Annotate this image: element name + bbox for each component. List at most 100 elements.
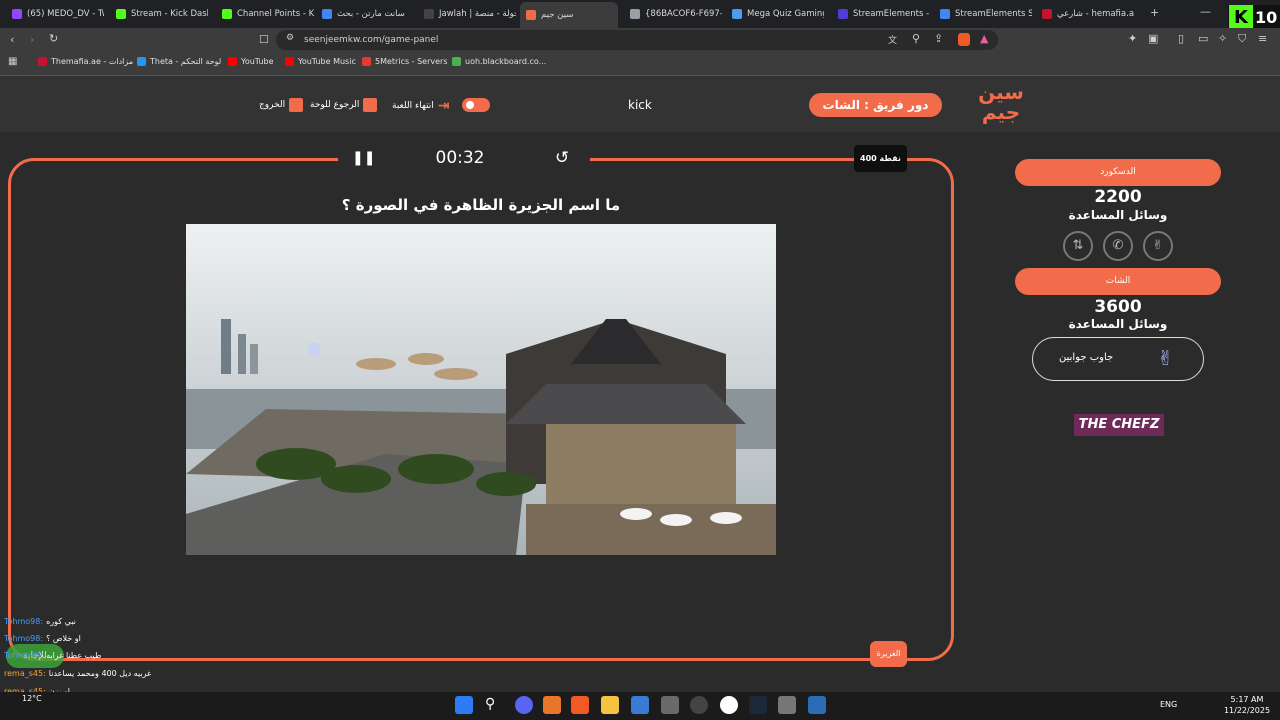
wallet-icon[interactable]: ▭ [1198,32,1208,45]
taskbar-tool-icon[interactable] [661,696,679,714]
bookmark-icon[interactable]: ☐ [259,33,269,46]
bookmark-item[interactable]: YouTube [228,57,274,66]
bookmark-label: YouTube Music [298,57,356,66]
new-tab-icon[interactable]: + [1150,6,1159,19]
chat-message: Tohmo98: نبي كوره [4,617,76,626]
brave-rewards-icon[interactable]: ▲ [980,32,988,45]
menu-icon[interactable]: ≡ [1258,32,1267,45]
browser-tab[interactable]: Stream - Kick Dashb [110,4,208,24]
chat-text: غربيه ديل 400 ومحمد يساعدنا [48,669,152,678]
tab-label: StreamElements - C [853,9,930,19]
screenshot-icon[interactable]: ▣ [1148,32,1158,45]
chat-message: Tohmo98: طيب عطنا غرابه [4,651,101,660]
two-answers-label: جاوب جوابين [1059,352,1114,363]
store-icon[interactable] [631,696,649,714]
vpn-icon[interactable]: ⛉ [1238,32,1246,46]
bookmark-item[interactable]: Theta - لوحة التحكم [137,57,221,66]
obs-icon[interactable] [690,696,708,714]
browser-tab[interactable]: (65) MEDO_DV - Twi [6,4,104,24]
start-icon[interactable] [455,696,473,714]
tab-label: Jawlah | جولة - منصة [439,9,516,19]
reload-icon[interactable]: ↻ [49,32,58,45]
minimize-icon[interactable]: — [1200,5,1211,18]
brave-icon[interactable] [571,696,589,714]
question-points: 400 نقطة [854,145,907,172]
tab-favicon-icon [1042,9,1052,19]
channel-name: kick [628,98,652,112]
tab-label: سانت مارتن - بحث [337,9,405,19]
two-answers-button[interactable]: جاوب جوابين ✌ [1032,337,1204,381]
kick-viewer-count: 10 [1255,8,1278,27]
chat-username: rema_s45: [4,669,46,678]
arrow-right-icon: ⇥ [437,98,450,114]
bookmark-item[interactable]: 5Metrics - Servers [362,57,448,66]
sidebar-icon[interactable]: ▯ [1178,32,1184,45]
extensions-icon[interactable]: ✦ [1128,32,1137,45]
vpn-taskbar-icon[interactable] [808,696,826,714]
browser-tab[interactable]: {86BACOF6-F697-42 [624,4,722,24]
taskbar-search-icon[interactable]: ⚲ [485,696,495,712]
browser-tab[interactable]: سانت مارتن - بحث [316,4,414,24]
tab-label: شارعي - hemafia.ae [1057,9,1134,19]
tab-favicon-icon [838,9,848,19]
browser-tab[interactable]: Channel Points - Ki [216,4,314,24]
exit-button[interactable]: الخروج [259,98,304,112]
share-icon[interactable]: ⇪ [934,32,943,45]
back-to-board-label: الرجوع للوحة [310,100,360,110]
discord-icon[interactable] [515,696,533,714]
file-explorer-icon[interactable] [601,696,619,714]
site-info-icon[interactable]: ⚙ [286,33,294,43]
back-icon[interactable]: ‹ [10,33,14,46]
taskbar-app-icon[interactable] [543,696,561,714]
two-answers-icon[interactable]: ✌ [1143,231,1173,261]
tab-favicon-icon [630,9,640,19]
exit-label: الخروج [259,100,286,110]
kick-logo-icon: K [1229,5,1253,30]
end-game-toggle[interactable] [462,98,490,112]
reset-timer-icon[interactable]: ↺ [555,148,569,168]
brave-shield-icon[interactable] [958,33,970,46]
bookmark-item[interactable]: YouTube Music [285,57,356,66]
taskbar-misc-icon[interactable] [778,696,796,714]
end-game-button[interactable]: انتهاء اللعبة ⇥ [392,98,450,114]
translate-icon[interactable]: 文 [888,33,897,46]
swap-turn-icon[interactable]: ⇅ [1063,231,1093,261]
browser-tab[interactable]: StreamElements SE [934,4,1032,24]
tab-favicon-icon [116,9,126,19]
apps-grid-icon[interactable]: ▦ [8,56,17,67]
tab-favicon-icon [732,9,742,19]
system-clock[interactable]: 5:17 AM 11/22/2025 [1222,694,1272,716]
call-friend-icon[interactable]: ✆ [1103,231,1133,261]
forward-icon[interactable]: › [30,33,34,46]
zoom-icon[interactable]: ⚲ [912,32,920,45]
tab-label: (65) MEDO_DV - Twi [27,9,104,19]
question-text: ما اسم الجزيرة الظاهرة في الصورة ؟ [341,196,621,214]
browser-tab[interactable]: Mega Quiz Gaming [726,4,824,24]
chat-message: rema_s45: غربيه ديل 400 ومحمد يساعدنا [4,669,151,678]
bookmark-label: YouTube [241,57,274,66]
countdown-timer: 00:32 [435,148,485,168]
team-name-discord: الدسكورد [1015,159,1221,186]
weather-widget[interactable]: 12°C [22,694,42,703]
browser-tab[interactable]: StreamElements - C [832,4,930,24]
browser-tab[interactable]: شارعي - hemafia.ae [1036,4,1134,24]
browser-tab[interactable]: سين جيم [520,2,618,28]
bookmark-item[interactable]: uoh.blackboard.co... [452,57,546,66]
pause-icon[interactable]: ❚❚ [352,150,375,166]
tab-label: StreamElements SE [955,9,1032,19]
chat-username: Tohmo98: [4,617,44,626]
chrome-icon[interactable] [720,696,738,714]
steam-icon[interactable] [749,696,767,714]
language-indicator[interactable]: ENG [1160,700,1177,709]
bookmark-item[interactable]: Themafia.ae - مزادات [38,57,133,66]
category-label: الغزيرة [870,641,907,667]
chat-username: Tohmo98: [4,634,44,643]
back-to-board-button[interactable]: الرجوع للوحة [310,98,378,112]
tab-favicon-icon [940,9,950,19]
browser-tab[interactable]: Jawlah | جولة - منصة [418,4,516,24]
end-game-label: انتهاء اللعبة [392,101,434,111]
leo-icon[interactable]: ✧ [1218,32,1227,45]
bookmark-favicon-icon [285,57,294,66]
tab-label: Channel Points - Ki [237,9,314,19]
tab-favicon-icon [322,9,332,19]
